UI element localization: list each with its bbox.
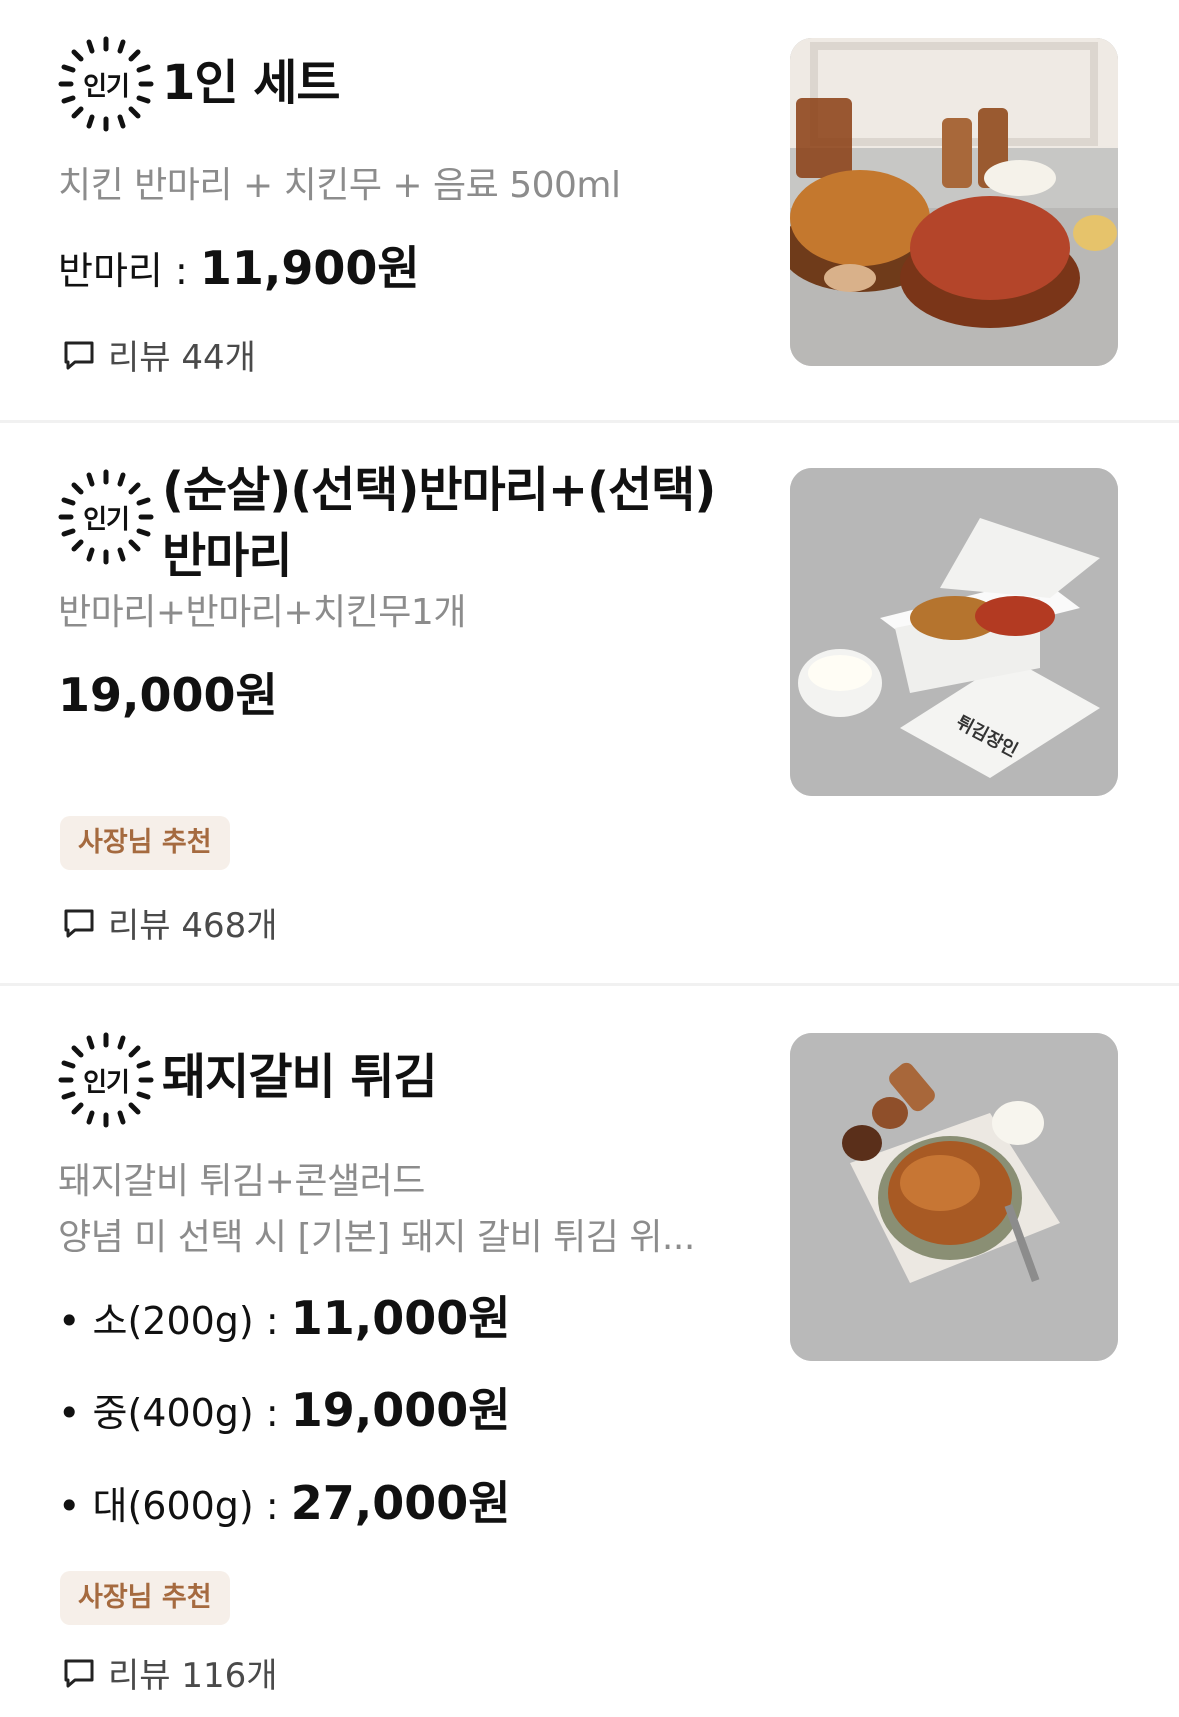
menu-item-title-row: 인기 1인 세트 <box>58 36 341 132</box>
menu-description: 반마리+반마리+치킨무1개 <box>58 592 466 633</box>
review-link[interactable]: 리뷰 44개 <box>62 330 256 379</box>
menu-photo[interactable] <box>790 1033 1118 1361</box>
popular-badge: 인기 <box>58 36 154 132</box>
menu-description-line-1: 돼지갈비 튀김+콘샐러드 <box>58 1161 425 1202</box>
menu-item-title-row: 인기 (순살)(선택)반마리+(선택) 반마리 <box>58 453 716 589</box>
menu-title: 돼지갈비 튀김 <box>162 1049 438 1105</box>
chicken-box-photo: 튀김장인 <box>790 468 1118 796</box>
review-count: 리뷰 468개 <box>108 906 278 946</box>
popular-badge: 인기 <box>58 469 154 565</box>
owner-recommend-tag: 사장님 추천 <box>60 1571 230 1625</box>
menu-item-1[interactable]: 인기 1인 세트 치킨 반마리 + 치킨무 + 음료 500ml 반마리 : 1… <box>0 0 1179 420</box>
size-option-small: • 소(200g) : 11,000원 <box>58 1290 511 1349</box>
menu-title-line-2: 반마리 <box>162 528 292 584</box>
option-price: 27,000원 <box>290 1476 511 1530</box>
menu-item-title-row: 인기 돼지갈비 튀김 <box>58 1032 438 1128</box>
review-count: 리뷰 44개 <box>108 338 256 378</box>
price-label: 반마리 : <box>58 249 200 293</box>
speech-bubble-icon <box>64 341 94 369</box>
badge-label: 인기 <box>83 71 130 102</box>
price-value: 11,900원 <box>199 241 420 295</box>
menu-description: 치킨 반마리 + 치킨무 + 음료 500ml <box>58 165 621 206</box>
review-link[interactable]: 리뷰 116개 <box>62 1648 278 1697</box>
badge-label: 인기 <box>83 1067 130 1098</box>
badge-label: 인기 <box>83 504 130 535</box>
menu-photo[interactable] <box>790 38 1118 366</box>
fried-chicken-set-photo <box>790 38 1118 366</box>
menu-item-3[interactable]: 인기 돼지갈비 튀김 돼지갈비 튀김+콘샐러드 양념 미 선택 시 [기본] 돼… <box>0 986 1179 1717</box>
size-option-large: • 대(600g) : 27,000원 <box>58 1475 511 1534</box>
menu-photo[interactable]: 튀김장인 <box>790 468 1118 796</box>
owner-recommend-tag: 사장님 추천 <box>60 816 230 870</box>
menu-title: 1인 세트 <box>162 55 341 111</box>
menu-title-line-1: (순살)(선택)반마리+(선택) <box>162 462 716 518</box>
menu-description-line-2: 양념 미 선택 시 [기본] 돼지 갈비 튀김 위... <box>58 1217 695 1258</box>
menu-item-2[interactable]: 인기 (순살)(선택)반마리+(선택) 반마리 반마리+반마리+치킨무1개 19… <box>0 423 1179 983</box>
review-count: 리뷰 116개 <box>108 1656 278 1696</box>
speech-bubble-icon <box>64 1659 94 1687</box>
price-value: 19,000원 <box>58 668 278 722</box>
option-label: • 소(200g) : <box>58 1299 291 1343</box>
option-price: 19,000원 <box>290 1383 511 1437</box>
pork-rib-fritter-photo <box>790 1033 1118 1361</box>
speech-bubble-icon <box>64 909 94 937</box>
review-link[interactable]: 리뷰 468개 <box>62 898 278 947</box>
option-label: • 대(600g) : <box>58 1484 291 1528</box>
menu-list: 인기 1인 세트 치킨 반마리 + 치킨무 + 음료 500ml 반마리 : 1… <box>0 0 1179 1717</box>
option-price: 11,000원 <box>290 1291 511 1345</box>
popular-badge: 인기 <box>58 1032 154 1128</box>
option-label: • 중(400g) : <box>58 1391 291 1435</box>
size-option-medium: • 중(400g) : 19,000원 <box>58 1382 511 1441</box>
menu-title: (순살)(선택)반마리+(선택) 반마리 <box>162 457 716 589</box>
price-line: 반마리 : 11,900원 <box>58 240 420 299</box>
